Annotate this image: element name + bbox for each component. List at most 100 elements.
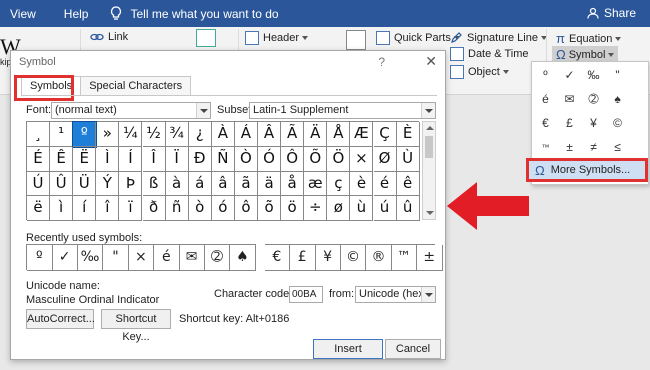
gallery-symbol[interactable]: º bbox=[534, 64, 557, 87]
gallery-symbol[interactable]: ¥ bbox=[582, 112, 605, 135]
symbol-cell[interactable]: Ü bbox=[73, 171, 97, 197]
symbol-cell[interactable]: ò bbox=[188, 196, 212, 221]
symbol-cell[interactable]: Á bbox=[234, 122, 258, 147]
symbol-cell[interactable]: ë bbox=[27, 196, 51, 221]
symbol-cell[interactable]: Ó bbox=[258, 146, 282, 172]
scroll-down-icon[interactable] bbox=[426, 211, 434, 215]
symbol-cell[interactable]: å bbox=[281, 171, 305, 197]
quick-parts-button[interactable]: Quick Parts bbox=[376, 31, 460, 45]
cancel-button[interactable]: Cancel bbox=[385, 339, 441, 359]
symbol-cell[interactable]: é bbox=[373, 171, 397, 197]
gallery-symbol[interactable]: ≠ bbox=[582, 136, 605, 159]
symbol-cell[interactable]: Ò bbox=[234, 146, 258, 172]
symbol-cell[interactable]: Ö bbox=[327, 146, 351, 172]
symbol-cell[interactable]: ¸ bbox=[27, 122, 51, 147]
gallery-symbol[interactable]: € bbox=[534, 112, 557, 135]
symbol-cell[interactable]: ó bbox=[211, 196, 235, 221]
symbol-cell[interactable]: æ bbox=[304, 171, 328, 197]
gallery-symbol[interactable]: £ bbox=[558, 112, 581, 135]
symbol-cell[interactable]: Ù bbox=[396, 146, 420, 172]
symbol-cell[interactable]: ì bbox=[50, 196, 74, 221]
recent-symbol-cell[interactable]: × bbox=[128, 245, 155, 271]
symbol-cell[interactable]: º bbox=[72, 121, 98, 148]
recent-symbol-cell[interactable]: " bbox=[103, 245, 129, 271]
scroll-up-icon[interactable] bbox=[426, 126, 434, 130]
header-button[interactable]: Header bbox=[245, 31, 309, 45]
symbol-cell[interactable]: Î bbox=[142, 146, 166, 172]
symbol-cell[interactable]: Ã bbox=[281, 122, 305, 147]
symbol-cell[interactable]: Ì bbox=[96, 146, 120, 172]
symbol-cell[interactable]: Ë bbox=[73, 146, 97, 172]
symbol-cell[interactable]: Ä bbox=[304, 122, 328, 147]
gallery-symbol[interactable]: ‰ bbox=[582, 64, 605, 87]
recent-symbol-cell[interactable]: ➁ bbox=[204, 245, 231, 271]
recent-symbol-cell[interactable]: ® bbox=[366, 245, 392, 271]
symbol-cell[interactable]: ¾ bbox=[165, 122, 189, 147]
textbox-icon[interactable] bbox=[346, 30, 366, 50]
symbol-cell[interactable]: â bbox=[211, 171, 235, 197]
gallery-symbol[interactable]: © bbox=[606, 112, 629, 135]
date-time-button[interactable]: Date & Time bbox=[450, 47, 529, 61]
symbol-cell[interactable]: Í bbox=[119, 146, 143, 172]
tell-me-box[interactable]: Tell me what you want to do bbox=[110, 5, 279, 22]
symbol-grid-scrollbar[interactable] bbox=[422, 121, 436, 220]
shortcut-key-button[interactable]: Shortcut Key... bbox=[101, 309, 171, 343]
gallery-symbol[interactable]: ≤ bbox=[606, 136, 629, 159]
gallery-symbol[interactable]: ✓ bbox=[558, 64, 581, 87]
symbol-cell[interactable]: Ý bbox=[96, 171, 120, 197]
symbol-cell[interactable]: » bbox=[96, 122, 120, 147]
symbol-cell[interactable]: ¿ bbox=[188, 122, 212, 147]
symbol-cell[interactable]: õ bbox=[258, 196, 282, 221]
gallery-symbol[interactable]: ♠ bbox=[606, 88, 629, 111]
scroll-thumb[interactable] bbox=[425, 136, 433, 158]
symbol-cell[interactable]: Å bbox=[327, 122, 351, 147]
gallery-symbol[interactable]: ➁ bbox=[582, 88, 605, 111]
tab-view[interactable]: View bbox=[10, 7, 36, 21]
symbol-cell[interactable]: Ï bbox=[165, 146, 189, 172]
symbol-cell[interactable]: Ñ bbox=[211, 146, 235, 172]
symbol-cell[interactable]: ô bbox=[234, 196, 258, 221]
symbol-cell[interactable]: Õ bbox=[304, 146, 328, 172]
gallery-symbol[interactable]: é bbox=[534, 88, 557, 111]
symbol-cell[interactable]: ö bbox=[281, 196, 305, 221]
symbol-cell[interactable]: ÷ bbox=[304, 196, 328, 221]
symbol-cell[interactable]: Æ bbox=[350, 122, 374, 147]
symbol-cell[interactable]: Ê bbox=[50, 146, 74, 172]
object-button[interactable]: Object bbox=[450, 65, 509, 79]
symbol-cell[interactable]: Ø bbox=[373, 146, 397, 172]
recent-symbol-cell[interactable]: º bbox=[27, 245, 53, 271]
tab-special-characters[interactable]: Special Characters bbox=[80, 76, 192, 96]
symbol-cell[interactable]: ä bbox=[258, 171, 282, 197]
more-symbols-button[interactable]: Ω More Symbols... bbox=[526, 158, 648, 182]
symbol-cell[interactable]: Ð bbox=[188, 146, 212, 172]
subset-select[interactable]: Latin-1 Supplement bbox=[249, 102, 436, 119]
symbol-cell[interactable]: à bbox=[165, 171, 189, 197]
symbol-cell[interactable]: È bbox=[396, 122, 420, 147]
recent-symbol-cell[interactable]: ♠ bbox=[230, 245, 256, 271]
recent-symbol-cell[interactable]: ‰ bbox=[77, 245, 104, 271]
from-select[interactable]: Unicode (hex) bbox=[355, 286, 436, 303]
symbol-cell[interactable]: ð bbox=[142, 196, 166, 221]
symbol-cell[interactable]: Ú bbox=[27, 171, 51, 197]
recent-symbol-cell[interactable]: © bbox=[340, 245, 367, 271]
gallery-symbol[interactable]: ± bbox=[558, 136, 581, 159]
insert-button[interactable]: Insert bbox=[313, 339, 383, 359]
gallery-symbol[interactable]: " bbox=[606, 64, 629, 87]
symbol-cell[interactable]: × bbox=[350, 146, 374, 172]
font-select[interactable]: (normal text) bbox=[51, 102, 211, 119]
symbol-cell[interactable]: á bbox=[188, 171, 212, 197]
symbol-cell[interactable]: É bbox=[27, 146, 51, 172]
symbol-cell[interactable]: ½ bbox=[142, 122, 166, 147]
symbol-cell[interactable]: ß bbox=[142, 171, 166, 197]
symbol-cell[interactable]: Ô bbox=[281, 146, 305, 172]
share-button[interactable]: Share bbox=[587, 6, 636, 20]
symbol-cell[interactable]: ù bbox=[350, 196, 374, 221]
tab-help[interactable]: Help bbox=[64, 7, 89, 21]
recent-symbol-cell[interactable]: ✉ bbox=[179, 245, 205, 271]
signature-line-button[interactable]: Signature Line bbox=[450, 31, 547, 44]
symbol-cell[interactable]: û bbox=[396, 196, 420, 221]
character-code-input[interactable]: 00BA bbox=[289, 286, 323, 303]
recent-symbol-cell[interactable]: £ bbox=[290, 245, 316, 271]
recent-symbol-cell[interactable]: ¥ bbox=[315, 245, 341, 271]
equation-button[interactable]: π Equation bbox=[556, 31, 622, 46]
